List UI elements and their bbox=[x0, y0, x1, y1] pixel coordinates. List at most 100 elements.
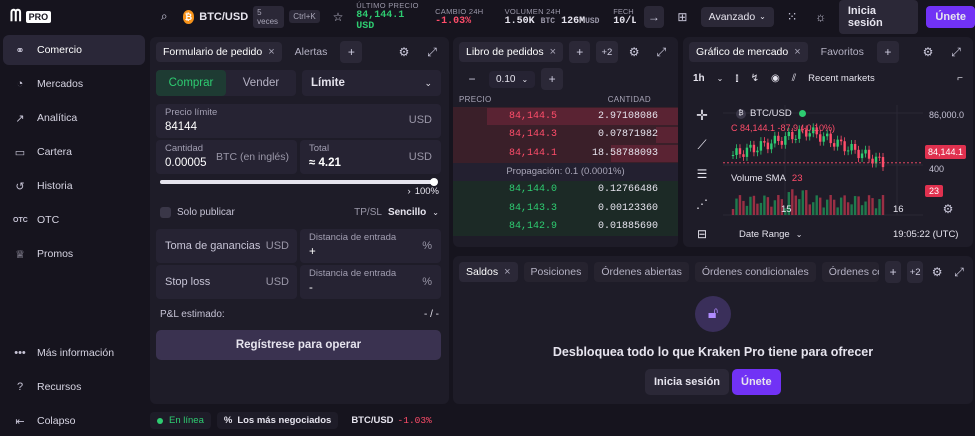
recent-markets[interactable]: Recent markets bbox=[808, 73, 875, 84]
apps-grid-icon[interactable]: ⁙ bbox=[782, 6, 803, 28]
tpsl-selector[interactable]: TP/SL Sencillo ⌄ bbox=[354, 207, 439, 218]
date-range-dropdown[interactable]: Date Range ⌄ bbox=[739, 229, 802, 240]
indicator-icon[interactable]: ↯ bbox=[751, 73, 759, 84]
gear-icon[interactable]: ⚙ bbox=[937, 198, 959, 220]
ask-row[interactable]: 84,144.3 0.07871982 bbox=[453, 125, 678, 144]
last-price-unit: USD bbox=[356, 21, 375, 32]
compare-icon[interactable]: ⫽ bbox=[792, 73, 796, 84]
sidebar-item-wallet[interactable]: ▭ Cartera bbox=[3, 137, 145, 167]
candle-body bbox=[756, 150, 759, 153]
top-traded-button[interactable]: % Los más negociados bbox=[216, 412, 339, 429]
arrow-right-icon[interactable]: → bbox=[643, 5, 665, 28]
slider-handle[interactable] bbox=[430, 178, 438, 186]
login-button[interactable]: Inicia sesión bbox=[645, 369, 730, 395]
minus-icon[interactable]: − bbox=[461, 68, 483, 90]
quantity-field[interactable]: Cantidad 0.00005 BTC (en inglés) bbox=[156, 140, 297, 174]
close-icon[interactable]: × bbox=[794, 46, 800, 58]
pattern-icon[interactable]: ⋰ bbox=[691, 197, 713, 227]
candles-icon[interactable]: ⫾ bbox=[735, 73, 738, 84]
checkbox-icon[interactable] bbox=[160, 207, 171, 218]
expand-icon[interactable]: ⤢ bbox=[421, 41, 443, 63]
more-tabs-badge[interactable]: +2 bbox=[596, 41, 618, 63]
tp-entry-distance-field[interactable]: Distancia de entrada + % bbox=[300, 229, 441, 263]
signup-button[interactable]: Únete bbox=[732, 369, 781, 395]
eye-icon[interactable]: ◉ bbox=[771, 73, 780, 84]
interval-selector[interactable]: 1h bbox=[693, 73, 705, 84]
gear-icon[interactable]: ⚙ bbox=[929, 261, 945, 283]
amount-slider[interactable] bbox=[160, 180, 435, 184]
measure-icon[interactable]: ⊟ bbox=[691, 227, 713, 247]
expand-icon[interactable]: ⤢ bbox=[651, 41, 672, 63]
fib-icon[interactable]: ☰ bbox=[691, 167, 713, 197]
ask-row[interactable]: 84,144.1 18.58788093 bbox=[453, 144, 678, 163]
kraken-logo[interactable]: ᗰ PRO bbox=[10, 8, 52, 26]
bid-row[interactable]: 84,143.3 0.00123360 bbox=[453, 199, 678, 218]
total-input[interactable]: ≈ 4.21 bbox=[309, 157, 341, 169]
order-type-dropdown[interactable]: Límite ⌄ bbox=[302, 70, 441, 96]
gear-icon[interactable]: ⚙ bbox=[624, 41, 645, 63]
add-tab-icon[interactable]: + bbox=[340, 41, 363, 63]
sidebar-item-otc[interactable]: OTC OTC bbox=[3, 205, 145, 235]
tab-order-form[interactable]: Formulario de pedido × bbox=[156, 42, 282, 62]
sidebar-item-history[interactable]: ↺ Historia bbox=[3, 171, 145, 201]
tab-alerts[interactable]: Alertas bbox=[288, 42, 335, 62]
layout-icon[interactable]: ⊞ bbox=[672, 6, 693, 28]
bid-row[interactable]: 84,144.0 0.12766486 bbox=[453, 180, 678, 199]
theme-sun-icon[interactable]: ☼ bbox=[810, 6, 831, 28]
signup-button[interactable]: Únete bbox=[926, 5, 975, 28]
close-icon[interactable]: × bbox=[504, 266, 510, 278]
gear-icon[interactable]: ⚙ bbox=[917, 41, 939, 63]
ticker-item[interactable]: BTC/USD -1.03% bbox=[344, 412, 438, 429]
tab-open-orders[interactable]: Órdenes abiertas bbox=[594, 262, 689, 282]
crosshair-icon[interactable]: ✛ bbox=[691, 107, 713, 137]
tab-positions[interactable]: Posiciones bbox=[523, 262, 589, 282]
login-button[interactable]: Inicia sesión bbox=[838, 0, 919, 34]
total-field[interactable]: Total ≈ 4.21 USD bbox=[300, 140, 441, 174]
search-icon[interactable]: ⌕ bbox=[154, 6, 175, 28]
star-icon[interactable]: ☆ bbox=[328, 6, 349, 28]
sidebar-item-more[interactable]: ••• Más información bbox=[3, 338, 145, 368]
close-icon[interactable]: × bbox=[268, 46, 274, 58]
add-tab-icon[interactable]: + bbox=[876, 41, 899, 63]
stop-loss-field[interactable]: Stop loss USD bbox=[156, 265, 297, 299]
more-tabs-badge[interactable]: +2 bbox=[907, 261, 924, 283]
tab-conditional-orders[interactable]: Órdenes condicionales bbox=[694, 262, 816, 282]
tick-size-dropdown[interactable]: 0.10 ⌄ bbox=[489, 70, 536, 88]
orderbook-panel: Libro de pedidos × + +2 ⚙ ⤢ − 0.10 ⌄ + PRE… bbox=[453, 37, 678, 247]
mode-dropdown[interactable]: Avanzado ⌄ bbox=[700, 6, 774, 27]
chevron-down-icon[interactable]: ⌄ bbox=[717, 74, 724, 83]
pair-selector[interactable]: ₿ BTC/USD 5 veces Ctrl+K bbox=[182, 5, 320, 28]
take-profit-field[interactable]: Toma de ganancias USD bbox=[156, 229, 297, 263]
tab-favorites[interactable]: Favoritos bbox=[814, 42, 871, 62]
limit-price-field[interactable]: Precio límite 84144 USD bbox=[156, 104, 441, 138]
sell-button[interactable]: Vender bbox=[226, 77, 296, 89]
chevron-down-icon: ⌄ bbox=[424, 77, 432, 88]
sidebar-item-collapse[interactable]: ⇤ Colapso bbox=[3, 406, 145, 436]
trendline-icon[interactable]: ⟋ bbox=[691, 137, 713, 167]
sidebar-item-analytics[interactable]: ↗ Analítica bbox=[3, 103, 145, 133]
tab-balances[interactable]: Saldos × bbox=[459, 262, 518, 282]
close-icon[interactable]: × bbox=[550, 46, 556, 58]
plus-icon[interactable]: + bbox=[541, 68, 564, 90]
limit-price-input[interactable]: 84144 bbox=[165, 121, 197, 133]
expand-icon[interactable]: ⤢ bbox=[945, 41, 967, 63]
sidebar-item-trade[interactable]: ⚭ Comercio bbox=[3, 35, 145, 65]
buy-button[interactable]: Comprar bbox=[156, 70, 226, 96]
add-tab-icon[interactable]: + bbox=[569, 41, 591, 63]
tab-orderbook[interactable]: Libro de pedidos × bbox=[459, 42, 564, 62]
add-tab-icon[interactable]: + bbox=[885, 261, 902, 283]
ask-row[interactable]: 84,144.5 2.97108086 bbox=[453, 107, 678, 126]
sidebar-item-promos[interactable]: ♕ Promos bbox=[3, 239, 145, 269]
gear-icon[interactable]: ⚙ bbox=[393, 41, 415, 63]
tab-closed-orders[interactable]: Órdenes cerrad bbox=[821, 262, 880, 282]
bid-row[interactable]: 84,142.9 0.01885690 bbox=[453, 217, 678, 236]
quantity-input[interactable]: 0.00005 bbox=[165, 157, 211, 169]
register-to-trade-button[interactable]: Regístrese para operar bbox=[156, 330, 441, 360]
expand-icon[interactable]: ⤢ bbox=[951, 261, 967, 283]
tab-market-chart[interactable]: Gráfico de mercado × bbox=[689, 42, 808, 62]
sl-entry-distance-field[interactable]: Distancia de entrada - % bbox=[300, 265, 441, 299]
fullscreen-icon[interactable]: ⌐ bbox=[957, 73, 963, 84]
sidebar-item-markets[interactable]: ◔ Mercados bbox=[3, 69, 145, 99]
post-only-checkbox[interactable]: Solo publicar bbox=[160, 207, 235, 218]
sidebar-item-resources[interactable]: ? Recursos bbox=[3, 372, 145, 402]
